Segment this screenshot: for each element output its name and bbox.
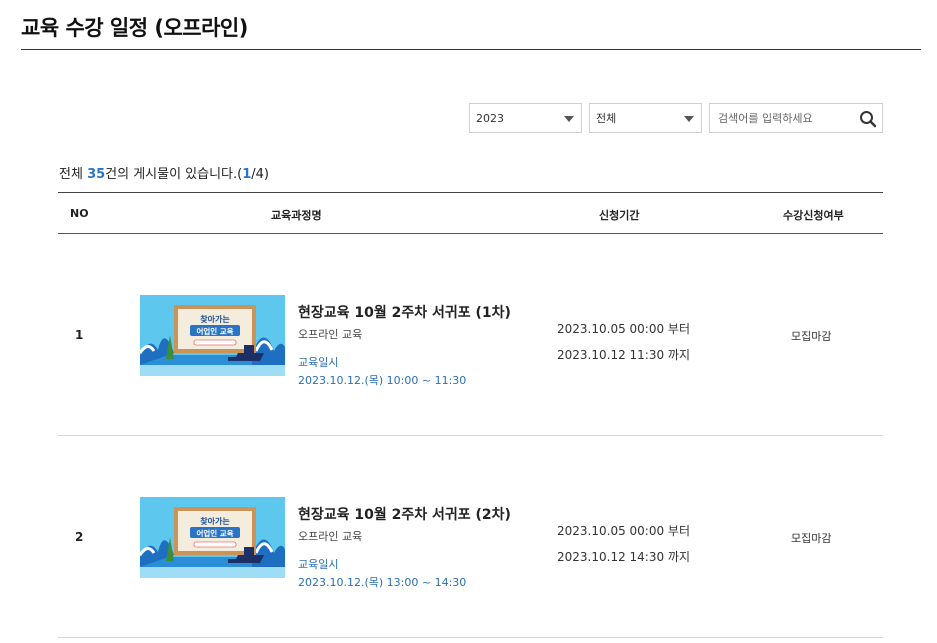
row-number: 2 <box>75 530 84 544</box>
enrollment-status: 모집마감 <box>791 330 832 343</box>
search-input[interactable] <box>710 104 850 132</box>
year-select[interactable]: 2023 <box>469 103 582 133</box>
period-end: 2023.10.12 11:30 까지 <box>557 348 690 362</box>
page-title: 교육 수강 일정 (오프라인) <box>21 16 248 40</box>
course-type: 오프라인 교육 <box>298 328 363 341</box>
thumb-line1: 찾아가는 <box>200 516 230 526</box>
count-prefix: 전체 <box>59 167 88 182</box>
table-row: 1 찾아가는 어업인 교육 현장교육 10월 2주차 서귀포 (1차) 오프라인… <box>58 234 883 436</box>
application-period: 2023.10.05 00:00 부터 2023.10.12 14:30 까지 <box>557 518 690 570</box>
header-no: NO <box>70 207 89 220</box>
course-date-label: 교육일시 <box>298 558 339 571</box>
count-number: 35 <box>87 167 106 182</box>
caret-down-icon <box>684 116 694 122</box>
enrollment-status: 모집마감 <box>791 532 832 545</box>
category-select-value: 전체 <box>596 112 617 125</box>
search-box <box>709 103 883 133</box>
row-number: 1 <box>75 328 84 342</box>
period-start: 2023.10.05 00:00 부터 <box>557 322 690 336</box>
search-button[interactable] <box>857 108 879 130</box>
result-count: 전체 35건의 게시물이 있습니다.(1/4) <box>59 163 269 182</box>
header-course: 교육과정명 <box>271 209 322 222</box>
thumb-line2: 어업인 교육 <box>196 326 233 336</box>
total-pages: /4) <box>251 167 270 182</box>
course-date-value: 2023.10.12.(목) 13:00 ~ 14:30 <box>298 576 467 589</box>
course-thumbnail[interactable]: 찾아가는 어업인 교육 <box>140 497 285 578</box>
table-row: 2 찾아가는 어업인 교육 현장교육 10월 2주차 서귀포 (2차) 오프라인… <box>58 436 883 638</box>
thumb-line2: 어업인 교육 <box>196 528 233 538</box>
header-status: 수강신청여부 <box>783 209 844 222</box>
current-page: 1 <box>242 167 252 182</box>
year-select-value: 2023 <box>476 111 504 125</box>
period-start: 2023.10.05 00:00 부터 <box>557 524 690 538</box>
count-middle: 건의 게시물이 있습니다.( <box>105 167 243 182</box>
application-period: 2023.10.05 00:00 부터 2023.10.12 11:30 까지 <box>557 316 690 368</box>
course-thumbnail[interactable]: 찾아가는 어업인 교육 <box>140 295 285 376</box>
table-header: NO 교육과정명 신청기간 수강신청여부 <box>58 192 883 234</box>
caret-down-icon <box>564 116 574 122</box>
thumb-line1: 찾아가는 <box>200 314 230 324</box>
header-period: 신청기간 <box>599 209 640 222</box>
course-title-link[interactable]: 현장교육 10월 2주차 서귀포 (1차) <box>298 302 511 322</box>
course-type: 오프라인 교육 <box>298 530 363 543</box>
filter-bar: 2023 전체 <box>469 103 883 133</box>
course-info: 현장교육 10월 2주차 서귀포 (1차) 오프라인 교육 교육일시 2023.… <box>298 302 511 388</box>
category-select[interactable]: 전체 <box>589 103 702 133</box>
course-date-label: 교육일시 <box>298 356 339 369</box>
course-info: 현장교육 10월 2주차 서귀포 (2차) 오프라인 교육 교육일시 2023.… <box>298 504 511 590</box>
period-end: 2023.10.12 14:30 까지 <box>557 550 690 564</box>
course-date-value: 2023.10.12.(목) 10:00 ~ 11:30 <box>298 374 467 387</box>
course-title-link[interactable]: 현장교육 10월 2주차 서귀포 (2차) <box>298 504 511 524</box>
search-icon <box>860 111 877 128</box>
title-divider <box>21 49 921 50</box>
